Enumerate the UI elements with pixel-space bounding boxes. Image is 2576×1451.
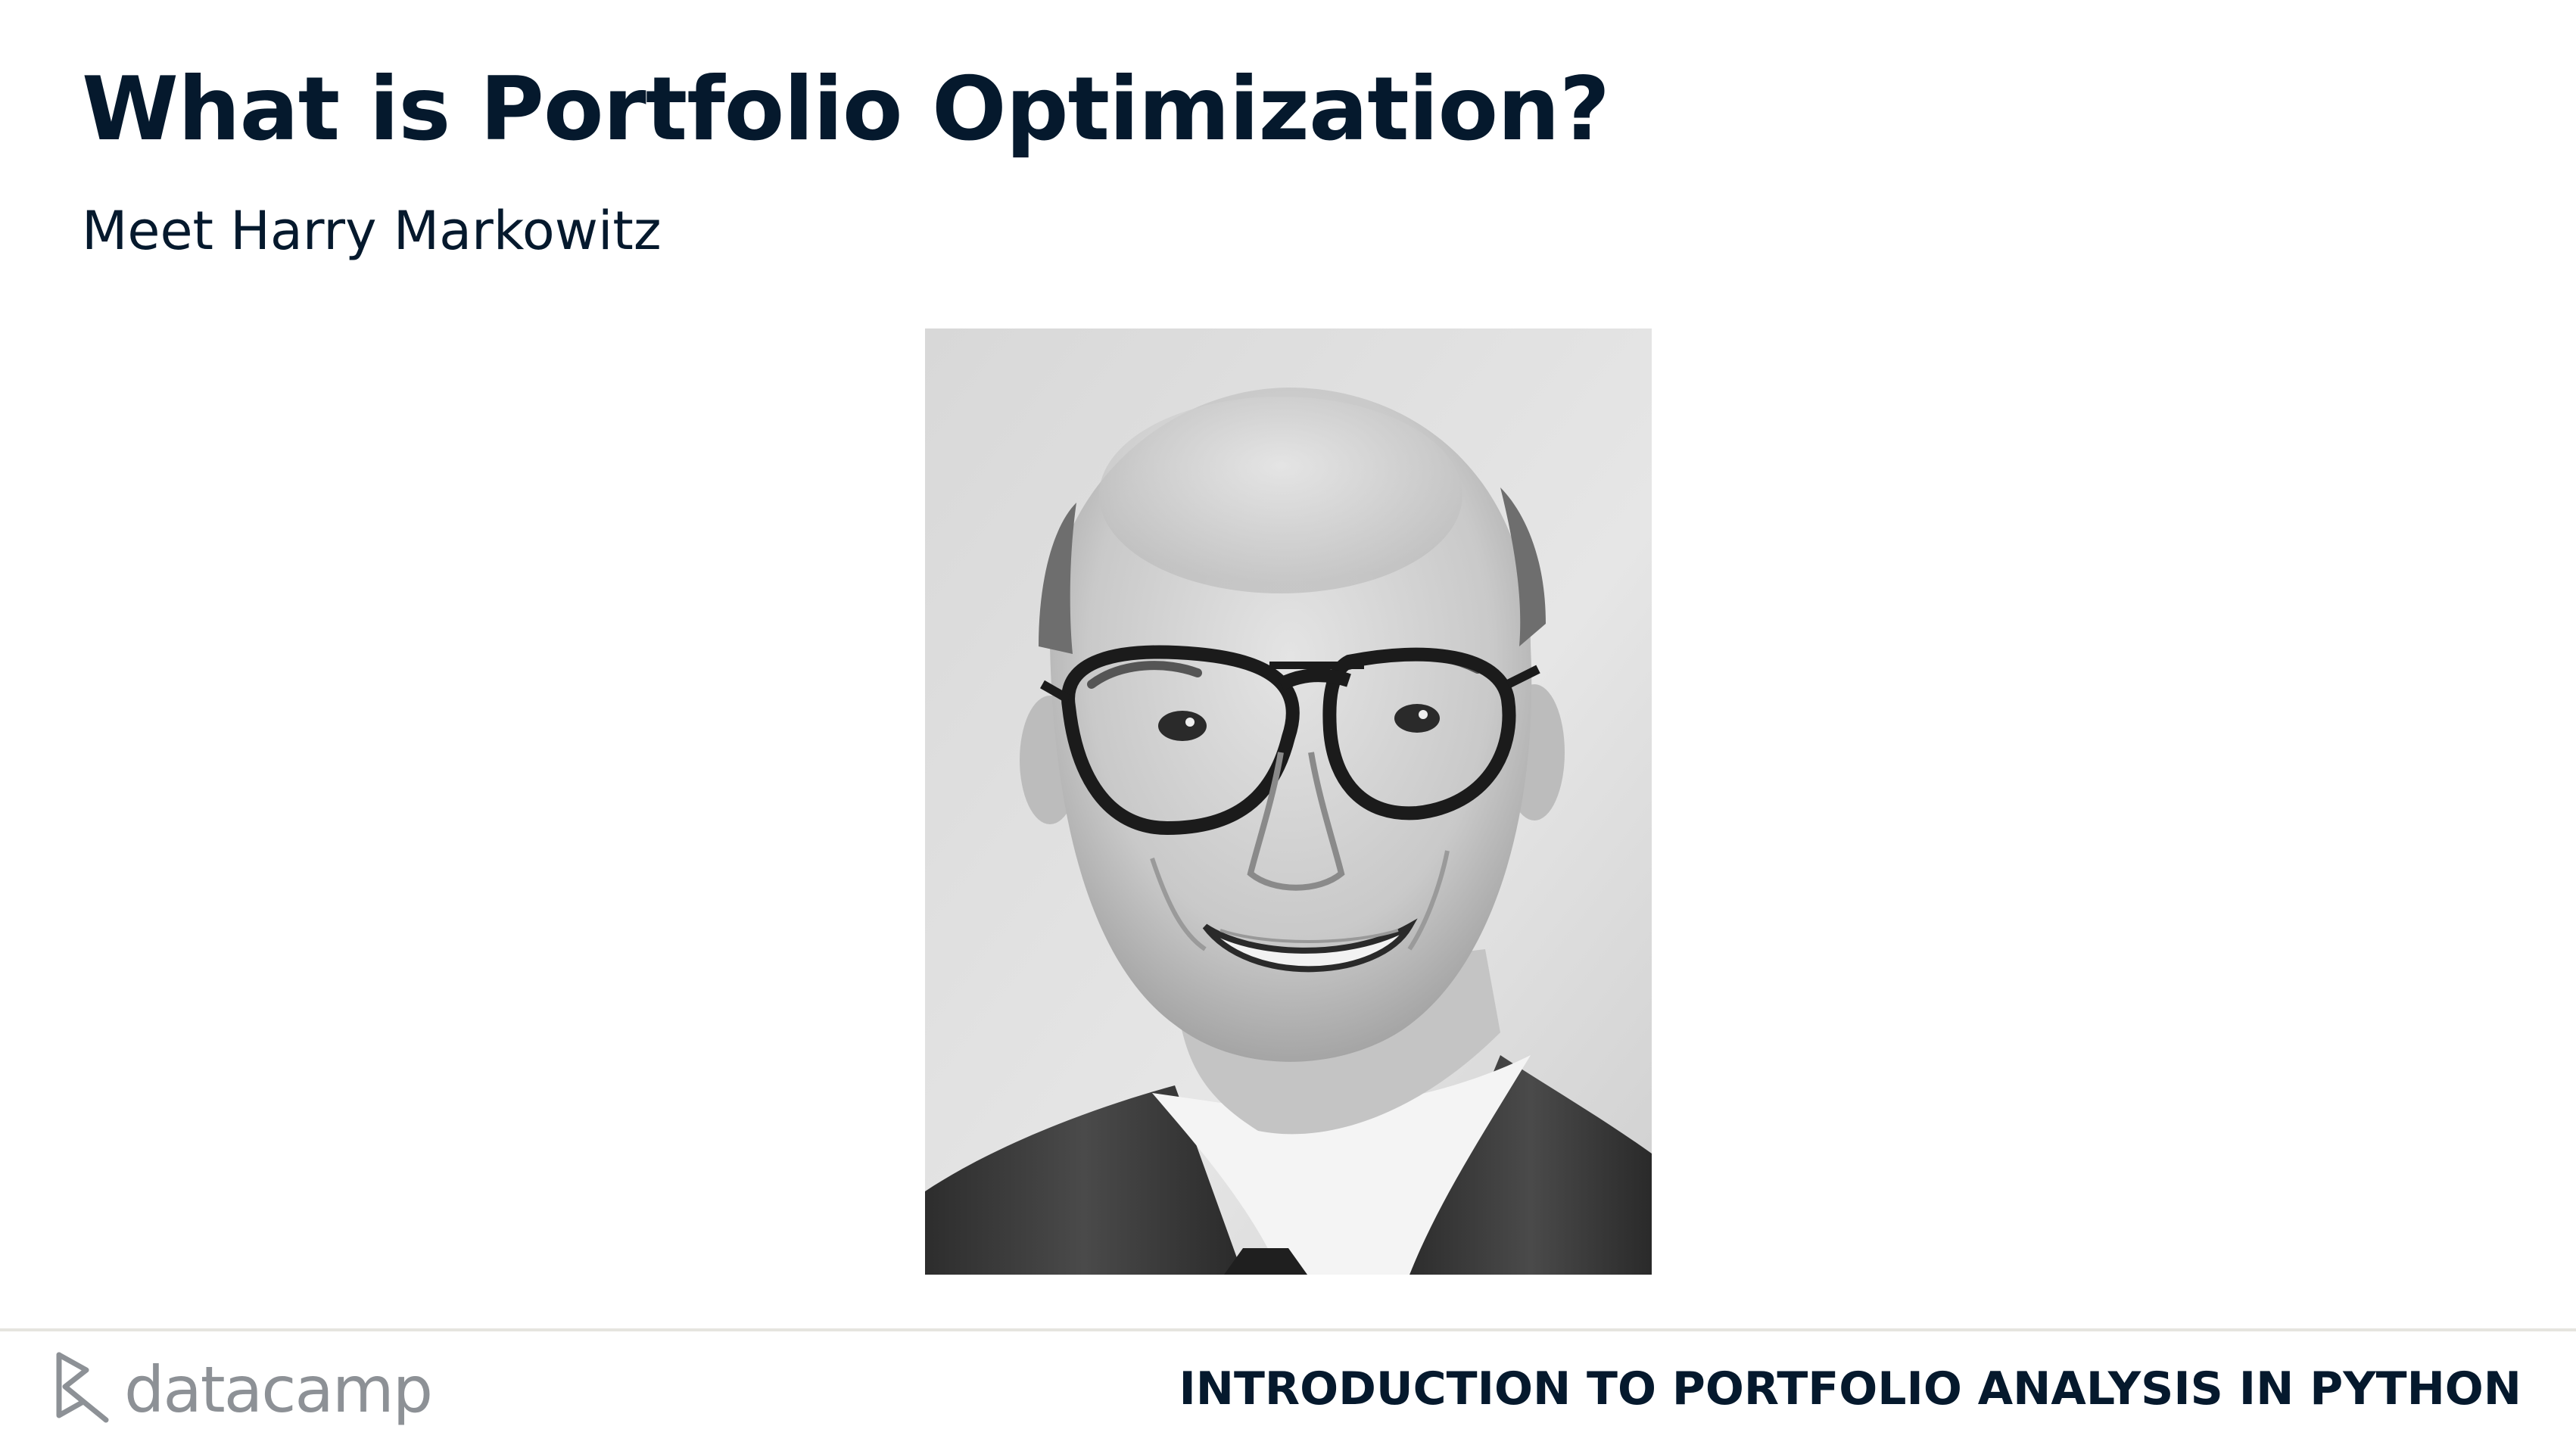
datacamp-logo: datacamp xyxy=(53,1352,433,1428)
course-title: INTRODUCTION TO PORTFOLIO ANALYSIS IN PY… xyxy=(1179,1362,2521,1415)
slide-title: What is Portfolio Optimization? xyxy=(82,58,1610,160)
datacamp-logo-text: datacamp xyxy=(124,1353,433,1427)
datacamp-logo-icon xyxy=(53,1352,114,1428)
slide-subtitle: Meet Harry Markowitz xyxy=(82,200,662,262)
footer-divider xyxy=(0,1328,2576,1331)
portrait-photo xyxy=(925,328,1652,1275)
